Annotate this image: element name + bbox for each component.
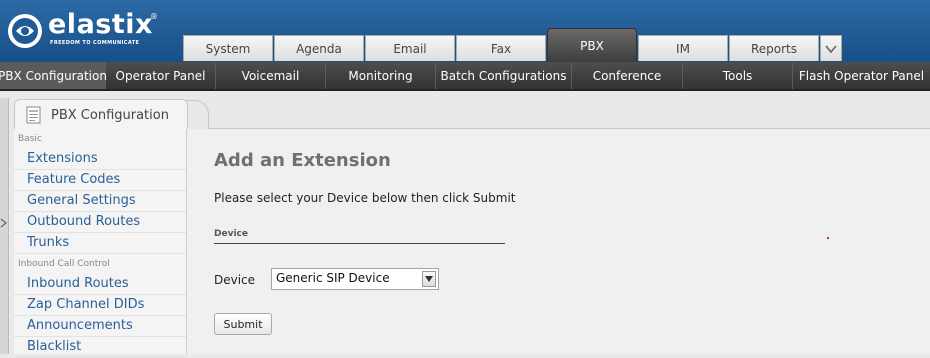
sidebar-item-extensions[interactable]: Extensions — [14, 149, 186, 170]
main-tabs: System Agenda Email Fax PBX IM Reports — [183, 28, 842, 62]
sidebar-collapse-handle[interactable] — [0, 98, 9, 354]
section-divider — [214, 243, 505, 244]
sidebar-item-outbound-routes[interactable]: Outbound Routes — [14, 212, 186, 233]
tabs-more-button[interactable] — [820, 35, 842, 61]
module-tab: PBX Configuration — [14, 99, 188, 130]
submenu-flash-operator-panel[interactable]: Flash Operator Panel — [793, 62, 930, 89]
tab-im[interactable]: IM — [638, 35, 728, 61]
module-tab-baseline — [186, 103, 930, 129]
tab-agenda[interactable]: Agenda — [274, 35, 364, 61]
stray-dot — [827, 237, 829, 239]
pbx-submenu: PBX Configuration Operator Panel Voicema… — [0, 62, 930, 91]
module-title: PBX Configuration — [51, 107, 169, 123]
sidebar-item-zap-channel-dids[interactable]: Zap Channel DIDs — [14, 295, 186, 316]
submit-button[interactable]: Submit — [214, 313, 272, 335]
dropdown-arrow-icon[interactable] — [422, 271, 436, 287]
main-content: Add an Extension Please select your Devi… — [187, 129, 930, 354]
logo-registered-mark: ® — [150, 12, 158, 21]
sidebar-item-general-settings[interactable]: General Settings — [14, 191, 186, 212]
elastix-logo[interactable]: elastix ® FREEDOM TO COMMUNICATE — [6, 8, 158, 54]
submenu-batch-configurations[interactable]: Batch Configurations — [436, 62, 572, 89]
chevron-down-icon — [825, 44, 837, 53]
section-label-device: Device — [214, 229, 248, 239]
sidebar-item-inbound-routes[interactable]: Inbound Routes — [14, 274, 186, 295]
instruction-text: Please select your Device below then cli… — [214, 191, 516, 205]
submenu-operator-panel[interactable]: Operator Panel — [106, 62, 216, 89]
sidebar-item-announcements[interactable]: Announcements — [14, 316, 186, 337]
device-label: Device — [214, 273, 256, 287]
sidebar-item-blacklist[interactable]: Blacklist — [14, 337, 186, 358]
device-select[interactable]: Generic SIP Device — [271, 268, 439, 290]
submenu-conference[interactable]: Conference — [572, 62, 683, 89]
document-icon — [26, 106, 41, 124]
logo-tagline: FREEDOM TO COMMUNICATE — [50, 40, 140, 46]
sidebar-item-trunks[interactable]: Trunks — [14, 233, 186, 254]
tab-fax[interactable]: Fax — [456, 35, 546, 61]
tab-email[interactable]: Email — [365, 35, 455, 61]
tab-pbx[interactable]: PBX — [547, 28, 637, 62]
page-title: Add an Extension — [214, 150, 391, 171]
device-select-value: Generic SIP Device — [276, 271, 390, 285]
module-tab-curve — [186, 100, 209, 129]
chevron-right-icon — [0, 218, 7, 228]
elastix-logo-mark-icon — [8, 14, 42, 48]
side-menu: Basic Extensions Feature Codes General S… — [14, 129, 187, 358]
submenu-monitoring[interactable]: Monitoring — [326, 62, 436, 89]
top-header: elastix ® FREEDOM TO COMMUNICATE System … — [0, 0, 930, 62]
tab-reports[interactable]: Reports — [729, 35, 819, 61]
side-section-basic: Basic — [18, 134, 42, 144]
submenu-pbx-configuration[interactable]: PBX Configuration — [0, 62, 107, 89]
submenu-tools[interactable]: Tools — [683, 62, 793, 89]
sidebar-item-feature-codes[interactable]: Feature Codes — [14, 170, 186, 191]
logo-wordmark: elastix — [48, 9, 153, 40]
submenu-voicemail[interactable]: Voicemail — [216, 62, 326, 89]
side-section-inbound: Inbound Call Control — [18, 259, 110, 269]
tab-system[interactable]: System — [183, 35, 273, 61]
